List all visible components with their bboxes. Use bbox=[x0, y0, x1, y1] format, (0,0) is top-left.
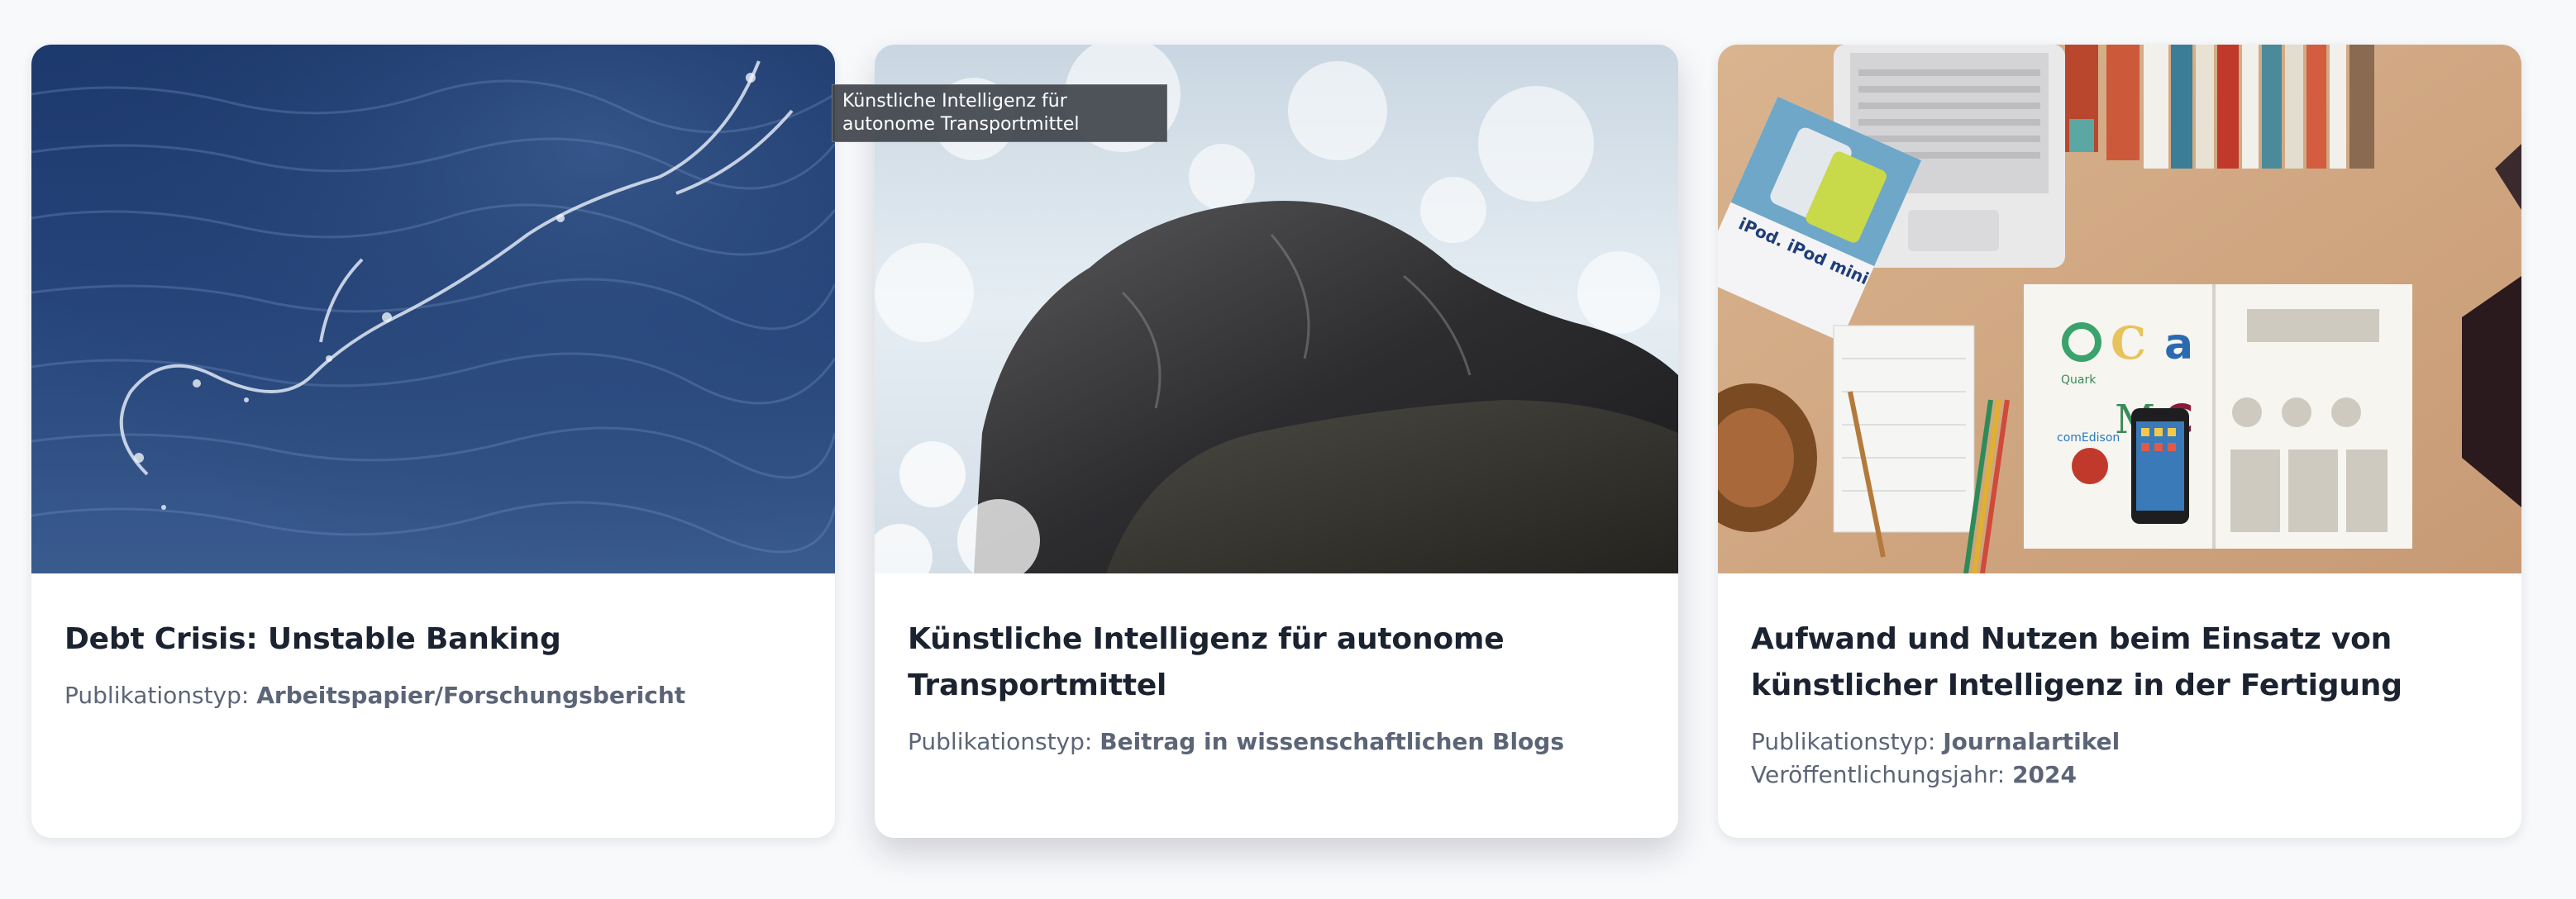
ocean-image bbox=[31, 45, 835, 573]
publication-year-value: 2024 bbox=[2012, 761, 2077, 788]
publication-type-label: Publikationstyp: bbox=[1751, 728, 1944, 755]
card-body: Aufwand und Nutzen beim Einsatz von küns… bbox=[1718, 573, 2521, 792]
publication-type-line: Publikationstyp: Journalartikel bbox=[1751, 725, 2488, 759]
publication-type-label: Publikationstyp: bbox=[908, 728, 1100, 755]
card-title[interactable]: Debt Crisis: Unstable Banking bbox=[64, 616, 802, 663]
card-image-desk[interactable]: iPod. iPod mini Quark C a comEdison bbox=[1718, 45, 2521, 573]
card-body: Debt Crisis: Unstable Banking Publikatio… bbox=[31, 573, 835, 712]
card-body: Künstliche Intelligenz für autonome Tran… bbox=[875, 573, 1678, 759]
card-image-ocean[interactable] bbox=[31, 45, 835, 573]
card-title[interactable]: Künstliche Intelligenz für autonome Tran… bbox=[908, 616, 1645, 709]
publication-year-line: Veröffentlichungsjahr: 2024 bbox=[1751, 759, 2488, 792]
publication-card-grid: Debt Crisis: Unstable Banking Publikatio… bbox=[31, 45, 2521, 838]
title-tooltip: Künstliche Intelligenz für autonome Tran… bbox=[832, 84, 1167, 142]
publication-type-line: Publikationstyp: Arbeitspapier/Forschung… bbox=[64, 679, 802, 712]
svg-text:comEdison: comEdison bbox=[2057, 431, 2120, 445]
card-title[interactable]: Aufwand und Nutzen beim Einsatz von küns… bbox=[1751, 616, 2488, 709]
publication-card-ki-transport[interactable]: Künstliche Intelligenz für autonome Tran… bbox=[875, 45, 1678, 838]
publication-type-value: Journalartikel bbox=[1943, 728, 2120, 755]
svg-text:C: C bbox=[2111, 316, 2146, 369]
publication-card-debt-crisis[interactable]: Debt Crisis: Unstable Banking Publikatio… bbox=[31, 45, 835, 838]
desk-image: iPod. iPod mini Quark C a comEdison bbox=[1718, 45, 2521, 573]
publication-type-line: Publikationstyp: Beitrag in wissenschaft… bbox=[908, 725, 1645, 759]
publication-card-ki-fertigung[interactable]: iPod. iPod mini Quark C a comEdison Aufw… bbox=[1718, 45, 2521, 838]
publication-type-value: Arbeitspapier/Forschungsbericht bbox=[256, 682, 686, 709]
publication-year-label: Veröffentlichungsjahr: bbox=[1751, 761, 2013, 788]
svg-text:Quark: Quark bbox=[2061, 373, 2097, 387]
publication-type-value: Beitrag in wissenschaftlichen Blogs bbox=[1100, 728, 1564, 755]
svg-text:a: a bbox=[2164, 320, 2193, 369]
publication-type-label: Publikationstyp: bbox=[64, 682, 257, 709]
